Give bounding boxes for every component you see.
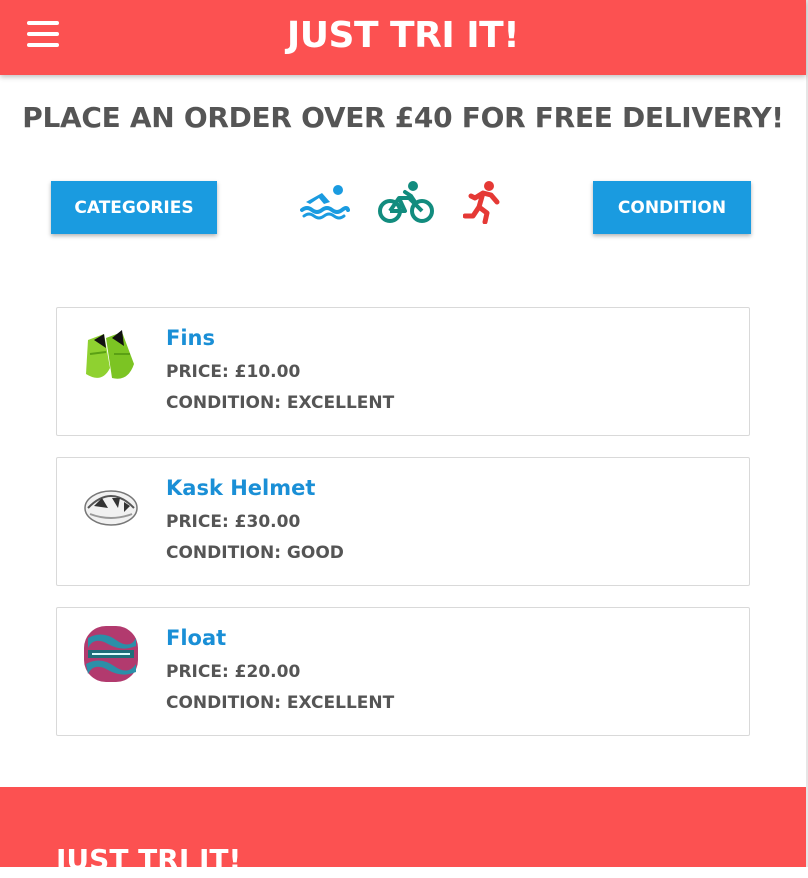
product-card[interactable]: Fins Price: £10.00 Condition: Excellent [56,307,750,436]
brand-title[interactable]: Just Tri It! [0,14,806,58]
product-price: Price: £10.00 [166,362,301,382]
product-price: Price: £20.00 [166,662,301,682]
product-name[interactable]: Fins [166,324,215,352]
footer-brand-title[interactable]: Just Tri It! [56,842,241,878]
page-footer: Just Tri It! [0,787,806,876]
product-condition: Condition: Excellent [166,693,395,713]
product-name[interactable]: Kask Helmet [166,474,315,502]
product-condition: Condition: Good [166,543,344,563]
float-image [84,626,138,682]
cycling-icon[interactable] [377,180,435,224]
product-card[interactable]: Float Price: £20.00 Condition: Excellent [56,607,750,736]
running-icon[interactable] [463,180,503,224]
free-delivery-banner: Place an order over £40 for free deliver… [22,101,784,134]
product-card[interactable]: Kask Helmet Price: £30.00 Condition: Goo… [56,457,750,586]
product-condition: Condition: Excellent [166,393,395,413]
fins-image [86,330,134,379]
condition-button[interactable]: Condition [593,181,751,234]
product-price: Price: £30.00 [166,512,301,532]
product-name[interactable]: Float [166,624,226,652]
swimming-icon[interactable] [300,180,350,220]
top-app-bar: Just Tri It! [0,0,806,75]
helmet-image [84,490,138,526]
categories-button[interactable]: Categories [51,181,217,234]
